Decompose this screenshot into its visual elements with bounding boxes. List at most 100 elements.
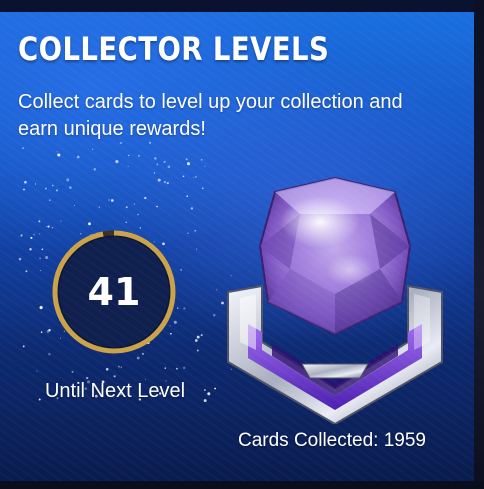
- sparkle-dot: [157, 178, 161, 182]
- sparkle-dot: [20, 234, 23, 237]
- sparkle-dot: [167, 165, 171, 169]
- sparkle-dot: [127, 165, 129, 167]
- sparkle-dot: [125, 221, 127, 224]
- sparkle-dot: [216, 289, 218, 291]
- sparkle-dot: [195, 176, 197, 178]
- sparkle-dot: [196, 349, 199, 352]
- sparkle-dot: [113, 375, 116, 378]
- sparkle-dot: [136, 356, 140, 360]
- sparkle-dot: [153, 172, 156, 174]
- until-next-level-label: Until Next Level: [44, 380, 186, 402]
- sparkle-dot: [36, 370, 38, 372]
- sparkle-dot: [98, 206, 101, 208]
- sparkle-dot: [137, 213, 139, 216]
- sparkle-dot: [196, 248, 198, 250]
- sparkle-dot: [213, 313, 216, 317]
- sparkle-dot: [22, 345, 25, 348]
- sparkle-dot: [164, 367, 167, 369]
- sparkle-dot: [176, 367, 178, 370]
- sparkle-dot: [66, 178, 70, 182]
- sparkle-dot: [118, 365, 120, 368]
- sparkle-dot: [193, 176, 195, 179]
- sparkle-dot: [194, 229, 197, 232]
- sparkle-dot: [29, 247, 32, 251]
- sparkle-dot: [105, 368, 109, 371]
- sparkle-dot: [76, 155, 80, 159]
- sparkle-dot: [38, 220, 41, 223]
- sparkle-dot: [71, 370, 74, 373]
- sparkle-dot: [93, 167, 97, 171]
- sparkle-dot: [39, 233, 41, 235]
- sparkle-dot: [44, 187, 47, 190]
- collector-levels-panel: COLLECTOR LEVELS Collect cards to level …: [0, 12, 474, 482]
- sparkle-dot: [156, 163, 159, 166]
- sparkle-dot: [166, 181, 169, 185]
- sparkle-dot: [163, 180, 167, 184]
- cards-until-next-level-count: 41: [87, 270, 141, 314]
- sparkle-dot: [144, 196, 147, 200]
- sparkle-dot: [137, 154, 140, 157]
- sparkle-dot: [200, 158, 203, 161]
- sparkle-dot: [60, 220, 62, 222]
- sparkle-dot: [18, 257, 22, 261]
- sparkle-dot: [34, 183, 37, 185]
- sparkle-dot: [185, 158, 188, 161]
- sparkle-dot: [55, 189, 58, 192]
- collector-levels-screen: COLLECTOR LEVELS Collect cards to level …: [0, 0, 484, 489]
- sparkle-dot: [108, 199, 111, 201]
- sparkle-dot: [86, 376, 89, 380]
- sparkle-dot: [73, 204, 76, 206]
- page-title: COLLECTOR LEVELS: [18, 30, 330, 68]
- sparkle-dot: [200, 334, 203, 337]
- sparkle-dot: [24, 180, 27, 184]
- sparkle-dot: [39, 257, 42, 260]
- sparkle-dot: [41, 248, 44, 251]
- sparkle-dot: [51, 184, 54, 187]
- sparkle-dot: [56, 151, 58, 153]
- sparkle-dot: [30, 236, 33, 239]
- sparkle-dot: [154, 157, 157, 160]
- sparkle-dot: [127, 154, 130, 157]
- sparkle-dot: [201, 187, 204, 190]
- sparkle-dot: [187, 232, 189, 235]
- sparkle-dot: [163, 160, 166, 163]
- sparkle-dot: [88, 222, 91, 226]
- sparkle-dot: [39, 306, 43, 310]
- sparkle-dot: [115, 160, 119, 164]
- sparkle-dot: [39, 270, 41, 272]
- cards-collected-label: Cards Collected:: [237, 430, 379, 451]
- sparkle-dot: [25, 270, 28, 273]
- sparkle-dot: [186, 195, 189, 198]
- page-subtitle: Collect cards to level up your collectio…: [18, 91, 403, 140]
- sparkle-dot: [33, 233, 35, 236]
- sparkle-dot: [183, 307, 186, 310]
- sparkle-dot: [23, 188, 25, 191]
- sparkle-dot: [110, 199, 114, 202]
- sparkle-dot: [190, 207, 194, 210]
- purple-gem-badge-icon: [227, 176, 443, 424]
- sparkle-dot: [180, 269, 182, 271]
- sparkle-dot: [133, 203, 135, 205]
- sparkle-dot: [92, 148, 94, 150]
- sparkle-dot: [47, 225, 50, 228]
- sparkle-dot: [196, 335, 200, 339]
- sparkle-dot: [46, 226, 48, 228]
- sparkle-dot: [182, 175, 185, 178]
- sparkle-dot: [125, 206, 128, 209]
- sparkle-dot: [204, 165, 206, 168]
- sparkle-dot: [120, 366, 122, 368]
- bottom-edge-backdrop: [0, 481, 484, 489]
- sparkle-dot: [182, 366, 186, 370]
- sparkle-dot: [40, 331, 43, 334]
- sparkle-dot: [48, 199, 51, 202]
- sparkle-dot: [57, 153, 61, 157]
- cards-collected-count: 1959: [383, 430, 426, 451]
- sparkle-dot: [69, 186, 72, 189]
- sparkle-dot: [186, 162, 191, 166]
- sparkle-dot: [194, 339, 198, 342]
- right-edge-backdrop: [474, 0, 484, 489]
- sparkle-dot: [22, 147, 24, 149]
- cards-collected-summary: Cards Collected: 1959: [212, 430, 452, 452]
- sparkle-dot: [156, 205, 158, 208]
- sparkle-dot: [214, 387, 217, 390]
